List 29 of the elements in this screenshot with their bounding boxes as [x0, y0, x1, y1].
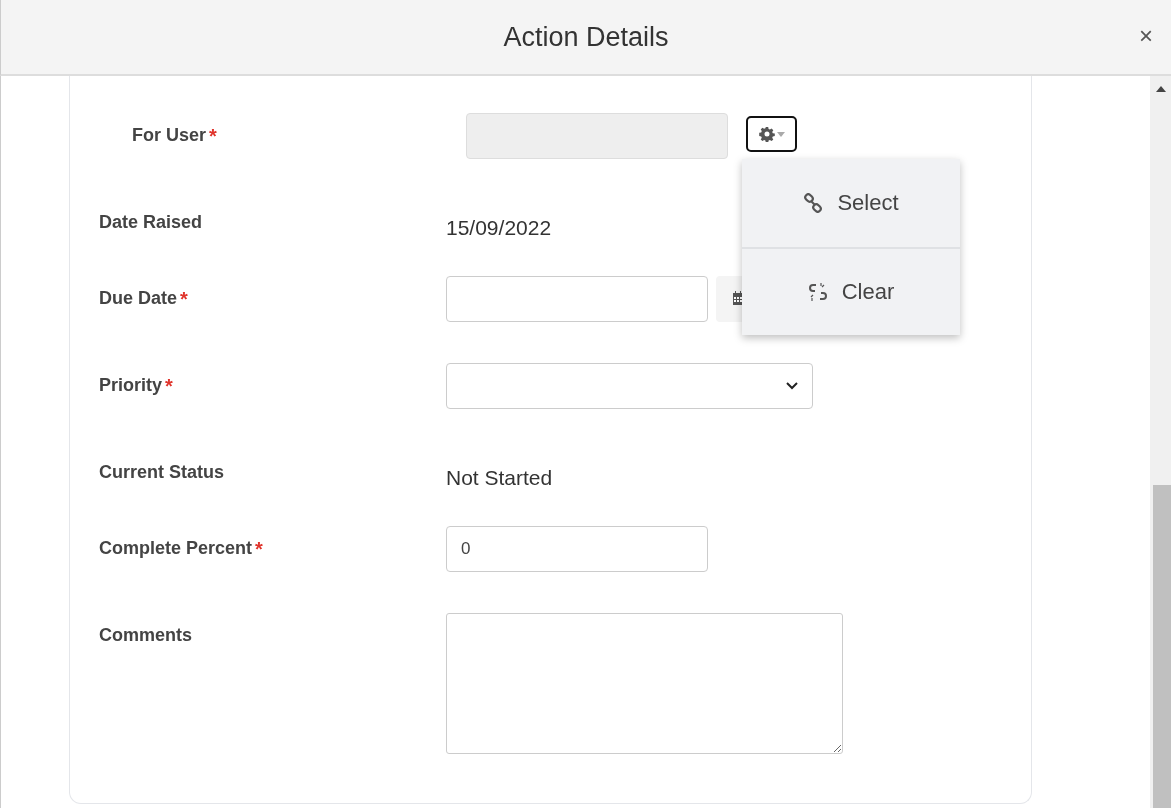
comments-field[interactable]	[446, 613, 843, 754]
field-label: For User	[132, 125, 207, 146]
chevron-down-icon	[786, 382, 798, 390]
field-value: 15/09/2022	[446, 215, 552, 240]
scrollbar[interactable]	[1150, 76, 1171, 808]
field-value: Not Started	[446, 465, 553, 490]
link-icon	[803, 193, 824, 213]
priority-select[interactable]	[446, 363, 813, 409]
field-label: Due Date	[99, 288, 178, 309]
field-label: Current Status	[99, 462, 224, 483]
required-mark: *	[255, 538, 263, 561]
dialog-title: Action Details	[503, 21, 669, 53]
required-mark: *	[165, 375, 173, 398]
scrollbar-thumb[interactable]	[1153, 485, 1171, 808]
field-label: Priority	[99, 375, 163, 396]
broken-link-icon	[807, 282, 828, 302]
field-label: Comments	[99, 625, 192, 646]
calendar-icon	[732, 290, 744, 305]
caret-icon	[777, 131, 785, 137]
close-button[interactable]: ×	[1135, 22, 1157, 50]
date-field[interactable]	[446, 276, 708, 322]
field-label: Complete Percent	[99, 538, 253, 559]
scroll-up-icon[interactable]	[1155, 86, 1166, 92]
field-label: Date Raised	[99, 212, 203, 233]
gear-icon	[759, 126, 775, 142]
percent-field[interactable]: 0	[446, 526, 708, 572]
required-mark: *	[180, 288, 188, 311]
required-mark: *	[209, 125, 217, 148]
settings-dropdown-button[interactable]	[746, 116, 797, 152]
